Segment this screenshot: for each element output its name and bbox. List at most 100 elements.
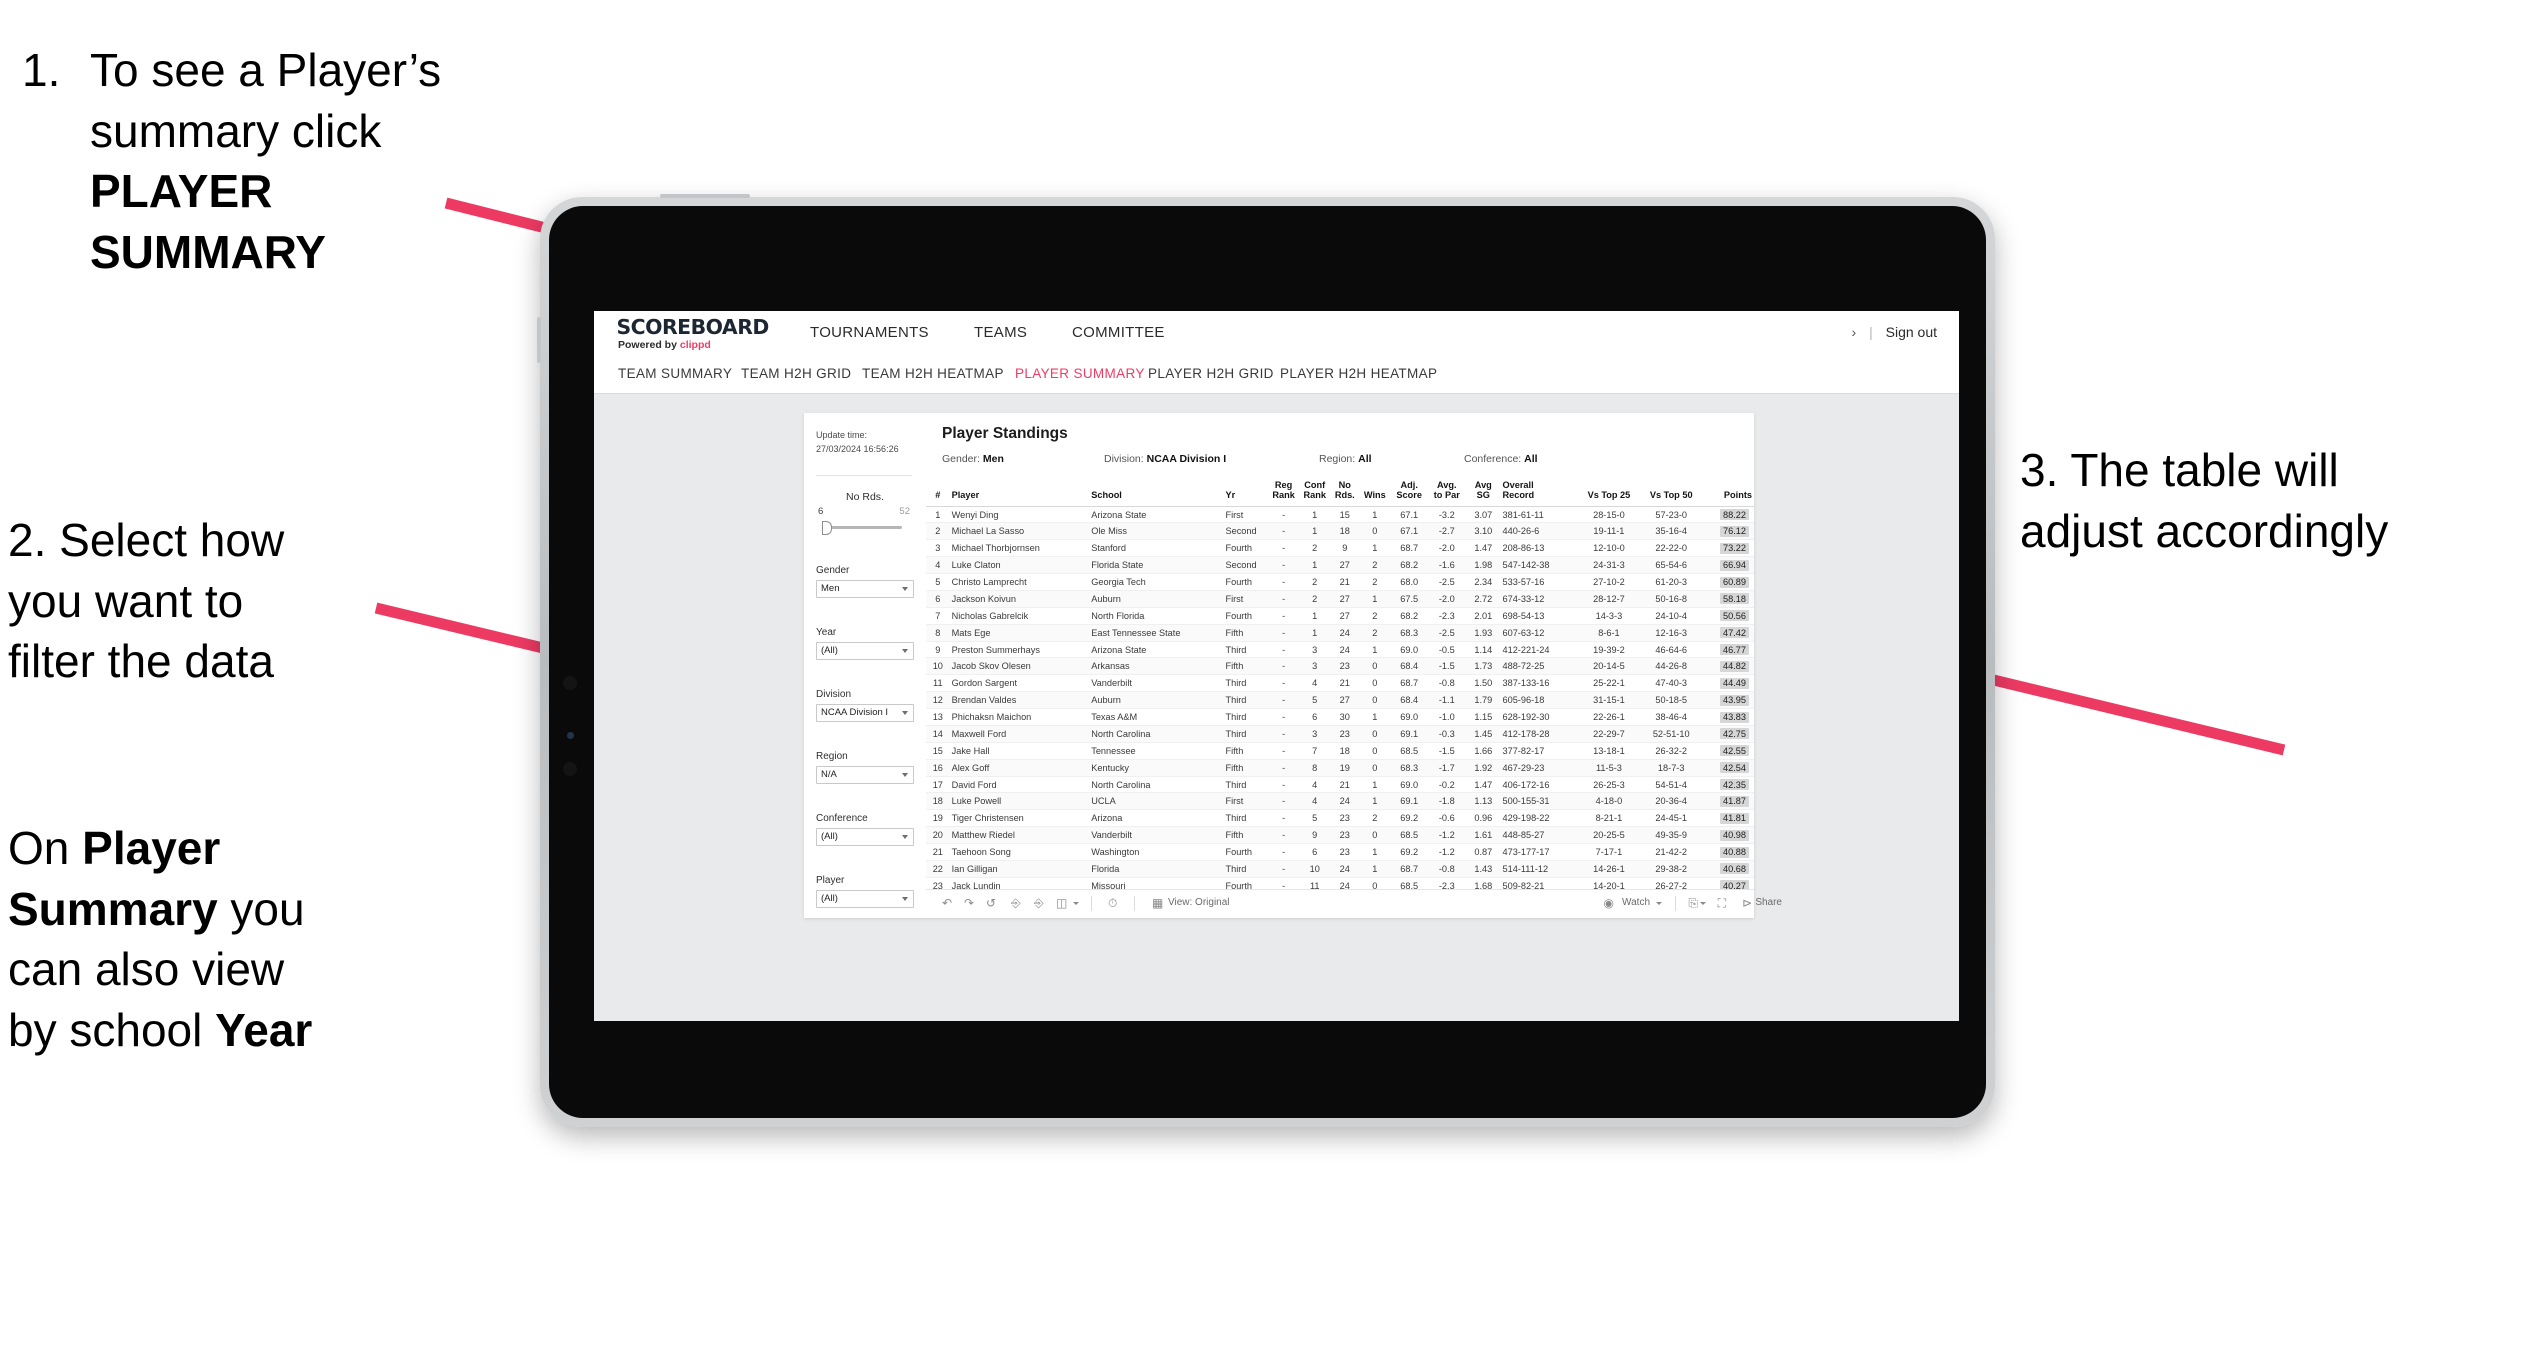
- view-icon[interactable]: ▦: [1152, 897, 1163, 909]
- table-row[interactable]: 18 Luke Powell UCLA First -4 24 1 69.1 -1.8 1.13 5…: [926, 792, 1754, 811]
- cell-reg: -: [1268, 624, 1299, 642]
- undo-icon[interactable]: ↶: [942, 897, 952, 909]
- tab-player-h2h-heatmap[interactable]: PLAYER H2H HEATMAP: [1280, 366, 1437, 381]
- logo-subtitle: Powered by clippd: [618, 339, 768, 351]
- cell-rank: 7: [926, 607, 950, 625]
- cell-t25: 26-25-3: [1577, 776, 1641, 794]
- top-nav-teams[interactable]: TEAMS: [974, 324, 1027, 341]
- slider-thumb[interactable]: [822, 521, 832, 535]
- table-row[interactable]: 21 Taehoon Song Washington Fourth -6 23 1 69.2-…: [926, 843, 1754, 861]
- column-header-overall[interactable]: Overall Record: [1500, 477, 1578, 507]
- chevron-down-icon[interactable]: [1073, 902, 1079, 905]
- cell-school: Washington: [1089, 843, 1224, 861]
- zoom-icon[interactable]: ◫: [1056, 897, 1067, 909]
- table-row[interactable]: 4 Luke Claton Florida State Second -1 27 2 68.2…: [926, 556, 1754, 575]
- table-row[interactable]: 13 Phichaksn Maichon Texas A&M Third -6 30 1 69…: [926, 708, 1754, 726]
- table-row[interactable]: 10 Jacob Skov Olesen Arkansas Fifth -3 23 0 68.…: [926, 657, 1754, 676]
- tab-team-summary[interactable]: TEAM SUMMARY: [618, 366, 732, 381]
- filter-gender-select[interactable]: Men: [816, 580, 914, 598]
- tab-player-summary[interactable]: PLAYER SUMMARY: [1015, 366, 1145, 381]
- cell-t50: 50-16-8: [1640, 590, 1703, 608]
- tab-player-h2h-grid[interactable]: PLAYER H2H GRID: [1148, 366, 1274, 381]
- points-value: 43.95: [1720, 694, 1749, 706]
- table-row[interactable]: 7 Nicholas Gabrelcik North Florida Fourth -1…: [926, 607, 1754, 625]
- column-header-no[interactable]: No Rds.: [1330, 477, 1359, 507]
- column-header-avg[interactable]: Avg SG: [1466, 477, 1501, 507]
- scoreboard-logo[interactable]: SCOREBOARD Powered by clippd: [617, 317, 770, 351]
- column-header-avg[interactable]: Avg. to Par: [1427, 477, 1467, 507]
- column-header-vs-top-25[interactable]: Vs Top 25: [1577, 477, 1641, 507]
- cell-rank: 21: [926, 843, 950, 861]
- table-row[interactable]: 8 Mats Ege East Tennessee State Fifth -1 24 2 6…: [926, 624, 1754, 642]
- column-header-points[interactable]: Points: [1702, 477, 1754, 507]
- cell-rds: 21: [1330, 573, 1359, 591]
- watch-eye-icon[interactable]: ◉: [1604, 897, 1614, 909]
- table-row[interactable]: 22 Ian Gilligan Florida Third -10 24 1 68.7 -0.8…: [926, 860, 1754, 878]
- cell-yr: Third: [1223, 860, 1269, 878]
- table-row[interactable]: 3 Michael Thorbjornsen Stanford Fourth -2 9 1 6…: [926, 539, 1754, 558]
- top-nav-committee[interactable]: COMMITTEE: [1072, 324, 1165, 341]
- cell-rank: 19: [926, 809, 950, 828]
- filter-region-select[interactable]: N/A: [816, 766, 914, 784]
- table-row[interactable]: 19 Tiger Christensen Arizona Third -5 23 2 69.2…: [926, 809, 1754, 828]
- table-row[interactable]: 16 Alex Goff Kentucky Fifth -8 19 0 68.3 -1.7 1.9…: [926, 759, 1754, 777]
- table-row[interactable]: 9 Preston Summerhays Arizona State Third -3 2…: [926, 641, 1754, 659]
- table-row[interactable]: 17 David Ford North Carolina Third -4 21 1 69.0…: [926, 776, 1754, 794]
- cell-rds: 23: [1330, 826, 1359, 845]
- filter-no-rds-slider[interactable]: [816, 518, 914, 535]
- column-header-yr[interactable]: Yr: [1223, 477, 1269, 507]
- redo-icon[interactable]: ↷: [964, 897, 974, 909]
- table-row[interactable]: 1 Wenyi Ding Arizona State First -1 15 1 67.1 -3…: [926, 506, 1754, 524]
- history-icon[interactable]: ⏱: [1108, 897, 1117, 909]
- revert-icon[interactable]: ↺: [986, 897, 996, 909]
- cell-pts: 42.55: [1702, 742, 1754, 760]
- table-row[interactable]: 5 Christo Lamprecht Georgia Tech Fourth -2 21…: [926, 573, 1754, 591]
- share-icon[interactable]: ⊳: [1742, 897, 1752, 909]
- column-header-vs-top-50[interactable]: Vs Top 50: [1640, 477, 1703, 507]
- table-row[interactable]: 12 Brendan Valdes Auburn Third -5 27 0 68.4 -1.1…: [926, 691, 1754, 710]
- refresh-icon[interactable]: ⎆: [1011, 897, 1021, 909]
- table-row[interactable]: 14 Maxwell Ford North Carolina Third -3 23 0 69…: [926, 725, 1754, 743]
- cell-t25: 25-22-1: [1577, 674, 1641, 693]
- cell-rank: 8: [926, 624, 950, 642]
- slider-track[interactable]: [828, 526, 902, 529]
- share-label[interactable]: Share: [1755, 897, 1782, 908]
- filter-conference-select[interactable]: (All): [816, 828, 914, 846]
- cell-adj: 69.2: [1390, 843, 1428, 861]
- fullscreen-icon[interactable]: ⛶: [1718, 897, 1726, 909]
- tab-team-h2h-heatmap[interactable]: TEAM H2H HEATMAP: [862, 366, 1004, 381]
- account-chevron-icon[interactable]: ›: [1852, 324, 1857, 340]
- column-header-reg[interactable]: Reg Rank: [1268, 477, 1299, 507]
- table-row[interactable]: 6 Jackson Koivun Auburn First -2 27 1 67.5 -2.0 2…: [926, 590, 1754, 608]
- tab-team-h2h-grid[interactable]: TEAM H2H GRID: [741, 366, 851, 381]
- table-row[interactable]: 11 Gordon Sargent Vanderbilt Third -4 21 0 68.7…: [926, 674, 1754, 693]
- view-label[interactable]: View: Original: [1168, 897, 1230, 908]
- cell-wins: 0: [1358, 725, 1391, 743]
- column-header-[interactable]: #: [926, 477, 950, 507]
- cell-player: Preston Summerhays: [949, 641, 1090, 659]
- sign-out-link[interactable]: Sign out: [1886, 324, 1937, 340]
- cell-rds: 24: [1330, 792, 1359, 811]
- column-header-wins[interactable]: Wins: [1358, 477, 1391, 507]
- filter-player-select[interactable]: (All): [816, 890, 914, 908]
- column-header-school[interactable]: School: [1089, 477, 1224, 507]
- table-row[interactable]: 20 Matthew Riedel Vanderbilt Fifth -9 23 0 68.5…: [926, 826, 1754, 845]
- filters-divider: [816, 475, 912, 476]
- table-row[interactable]: 15 Jake Hall Tennessee Fifth -7 18 0 68.5 -1.5 1.…: [926, 742, 1754, 760]
- chevron-down-icon[interactable]: [1656, 902, 1662, 905]
- download-icon[interactable]: ⎘: [1688, 897, 1698, 909]
- cell-wins: 1: [1358, 506, 1391, 524]
- watch-label[interactable]: Watch: [1622, 897, 1650, 908]
- filter-division-select[interactable]: NCAA Division I: [816, 704, 914, 722]
- table-row[interactable]: 2 Michael La Sasso Ole Miss Second -1 18 0 67.1…: [926, 522, 1754, 541]
- top-nav-tournaments[interactable]: TOURNAMENTS: [810, 324, 929, 341]
- chevron-down-icon[interactable]: [1700, 902, 1706, 905]
- column-header-conf[interactable]: Conf Rank: [1298, 477, 1331, 507]
- column-header-player[interactable]: Player: [949, 477, 1090, 507]
- column-header-adj[interactable]: Adj. Score: [1390, 477, 1428, 507]
- pause-icon[interactable]: ⎆: [1034, 897, 1044, 909]
- cell-par: -0.8: [1427, 860, 1467, 878]
- standings-table-container[interactable]: # Player School Yr Reg Rank Conf Rank No Rds. Wins…: [926, 477, 1754, 890]
- filter-year-select[interactable]: (All): [816, 642, 914, 660]
- cell-school: Arizona State: [1089, 641, 1224, 659]
